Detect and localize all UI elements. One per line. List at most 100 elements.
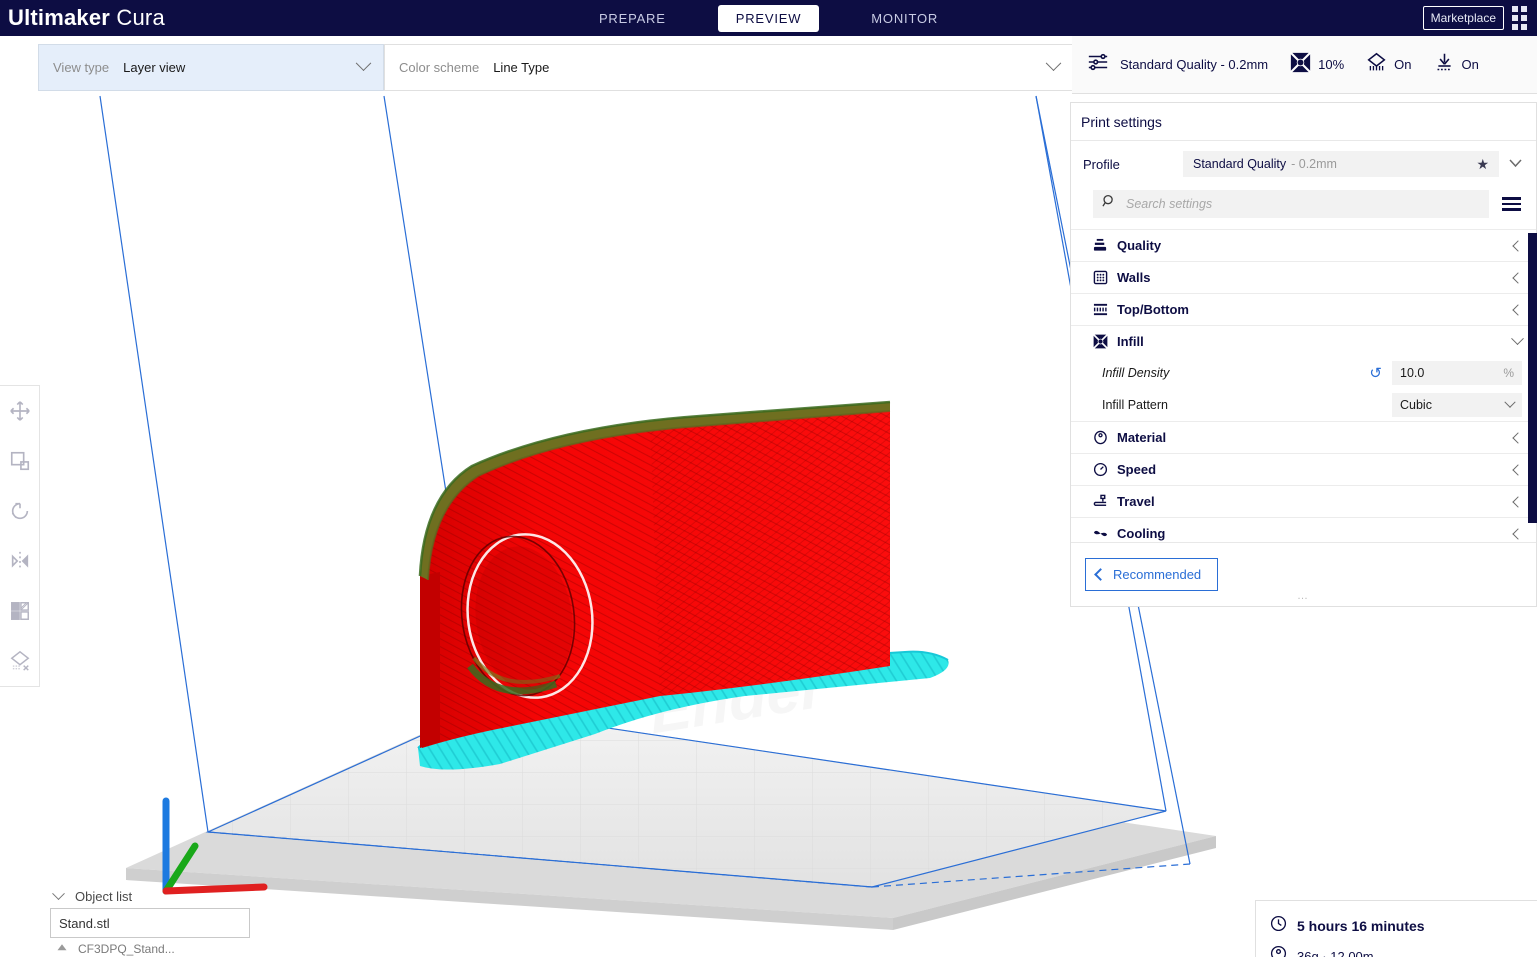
stage-tabs: PREPARE PREVIEW MONITOR	[0, 0, 1537, 36]
category-label: Top/Bottom	[1117, 302, 1189, 317]
object-list-header[interactable]: Object list	[50, 884, 250, 908]
setting-unit: %	[1503, 366, 1514, 380]
chevron-left-icon	[1512, 303, 1524, 316]
material-usage-row: 36g · 12.00m	[1270, 945, 1537, 957]
left-tool-strip	[0, 385, 40, 687]
object-list-label: Object list	[75, 888, 133, 904]
category-label: Speed	[1117, 462, 1157, 477]
category-label: Walls	[1117, 270, 1151, 285]
category-travel[interactable]: Travel	[1071, 485, 1536, 517]
category-label: Travel	[1117, 494, 1155, 509]
category-label: Cooling	[1117, 526, 1166, 541]
print-info-panel: 5 hours 16 minutes 36g · 12.00m	[1255, 900, 1537, 957]
object-list-sub-item[interactable]: CF3DPQ_Stand...	[50, 941, 250, 957]
quality-icon	[1091, 238, 1109, 253]
chevron-down-icon[interactable]	[1509, 155, 1522, 173]
infill-cubic-icon	[1290, 51, 1311, 78]
per-model-settings-tool[interactable]	[7, 598, 33, 624]
view-type-dropdown[interactable]: View type Layer view	[38, 44, 384, 91]
infill-summary-button[interactable]: 10%	[1290, 51, 1345, 78]
category-material[interactable]: Material	[1071, 421, 1536, 453]
setting-label: Infill Density	[1102, 366, 1170, 380]
profile-select[interactable]: Standard Quality - 0.2mm ★	[1183, 151, 1499, 177]
category-quality[interactable]: Quality	[1071, 229, 1536, 261]
print-time-value: 5 hours 16 minutes	[1297, 918, 1425, 934]
move-tool[interactable]	[7, 398, 33, 424]
infill-summary-value: 10%	[1318, 57, 1345, 72]
adhesion-summary-button[interactable]: On	[1434, 52, 1479, 78]
header-right-group: Marketplace	[1422, 0, 1531, 36]
topbottom-icon	[1091, 302, 1109, 317]
tab-prepare[interactable]: PREPARE	[581, 5, 684, 32]
travel-icon	[1091, 494, 1109, 509]
view-type-value: Layer view	[123, 60, 186, 75]
category-infill[interactable]: Infill	[1071, 325, 1536, 357]
panel-resize-grip[interactable]: …	[1297, 590, 1310, 602]
chevron-left-icon	[1512, 495, 1524, 508]
mesh-icon	[56, 942, 68, 957]
settings-scrollbar[interactable]	[1528, 233, 1537, 523]
star-icon[interactable]: ★	[1476, 156, 1489, 173]
app-header: Ultimaker Cura PREPARE PREVIEW MONITOR M…	[0, 0, 1537, 36]
setting-value: 10.0	[1400, 366, 1425, 380]
category-speed[interactable]: Speed	[1071, 453, 1536, 485]
print-settings-panel: Print settings Profile Standard Quality …	[1070, 102, 1537, 607]
profile-summary-button[interactable]: Standard Quality - 0.2mm	[1086, 51, 1268, 78]
speed-icon	[1091, 462, 1109, 477]
material-usage-value: 36g · 12.00m	[1297, 948, 1374, 957]
cura-window: Ender View type Layer view Color scheme …	[0, 0, 1537, 957]
support-icon	[1366, 52, 1387, 78]
category-cooling[interactable]: Cooling	[1071, 517, 1536, 542]
recommended-label: Recommended	[1113, 567, 1202, 582]
clock-icon	[1270, 915, 1287, 937]
chevron-left-icon	[1512, 239, 1524, 252]
setting-value: Cubic	[1400, 398, 1432, 412]
marketplace-button[interactable]: Marketplace	[1422, 6, 1504, 30]
chevron-down-icon	[355, 55, 372, 72]
tab-monitor[interactable]: MONITOR	[853, 5, 956, 32]
category-label: Infill	[1117, 334, 1144, 349]
chevron-left-icon	[1512, 463, 1524, 476]
chevron-down-icon	[1511, 332, 1524, 346]
search-settings-input[interactable]	[1126, 197, 1480, 211]
profile-select-subvalue: - 0.2mm	[1291, 157, 1337, 171]
chevron-left-icon	[1512, 431, 1524, 444]
adhesion-icon	[1434, 52, 1455, 78]
grid-apps-icon[interactable]	[1512, 6, 1527, 30]
mirror-tool[interactable]	[7, 548, 33, 574]
tab-preview[interactable]: PREVIEW	[717, 4, 820, 32]
scale-tool[interactable]	[7, 448, 33, 474]
infill-density-input[interactable]: 10.0 %	[1392, 361, 1522, 385]
sliders-icon	[1086, 51, 1110, 78]
search-icon	[1102, 194, 1117, 214]
print-settings-footer: Recommended …	[1071, 542, 1536, 606]
revert-icon[interactable]: ↺	[1369, 364, 1382, 382]
category-top-bottom[interactable]: Top/Bottom	[1071, 293, 1536, 325]
chevron-down-icon	[52, 886, 65, 900]
infill-icon	[1091, 334, 1109, 349]
object-list-selected-item[interactable]: Stand.stl	[50, 908, 250, 938]
search-settings-box[interactable]	[1093, 190, 1489, 218]
spool-icon	[1270, 945, 1287, 957]
rotate-tool[interactable]	[7, 498, 33, 524]
color-scheme-dropdown[interactable]: Color scheme Line Type	[384, 44, 1074, 91]
settings-category-list[interactable]: Quality Walls Top/Bottom Infill Infill D…	[1071, 229, 1536, 542]
profile-summary-label: Standard Quality - 0.2mm	[1120, 57, 1269, 72]
chevron-left-icon	[1094, 568, 1107, 581]
view-toolbar: View type Layer view Color scheme Line T…	[0, 36, 1537, 94]
view-type-label: View type	[53, 60, 110, 75]
category-walls[interactable]: Walls	[1071, 261, 1536, 293]
search-row	[1071, 187, 1536, 221]
profile-label: Profile	[1083, 156, 1120, 172]
support-blocker-tool[interactable]	[7, 648, 33, 674]
profile-select-value: Standard Quality	[1193, 157, 1287, 171]
infill-pattern-select[interactable]: Cubic	[1392, 393, 1522, 417]
setting-infill-pattern: Infill Pattern Cubic	[1071, 389, 1536, 421]
walls-icon	[1091, 270, 1109, 285]
chevron-left-icon	[1512, 527, 1524, 540]
recommended-mode-button[interactable]: Recommended	[1085, 558, 1219, 591]
hamburger-menu-icon[interactable]	[1499, 194, 1524, 213]
support-summary-value: On	[1394, 57, 1412, 72]
chevron-down-icon	[1504, 396, 1516, 408]
support-summary-button[interactable]: On	[1366, 52, 1412, 78]
